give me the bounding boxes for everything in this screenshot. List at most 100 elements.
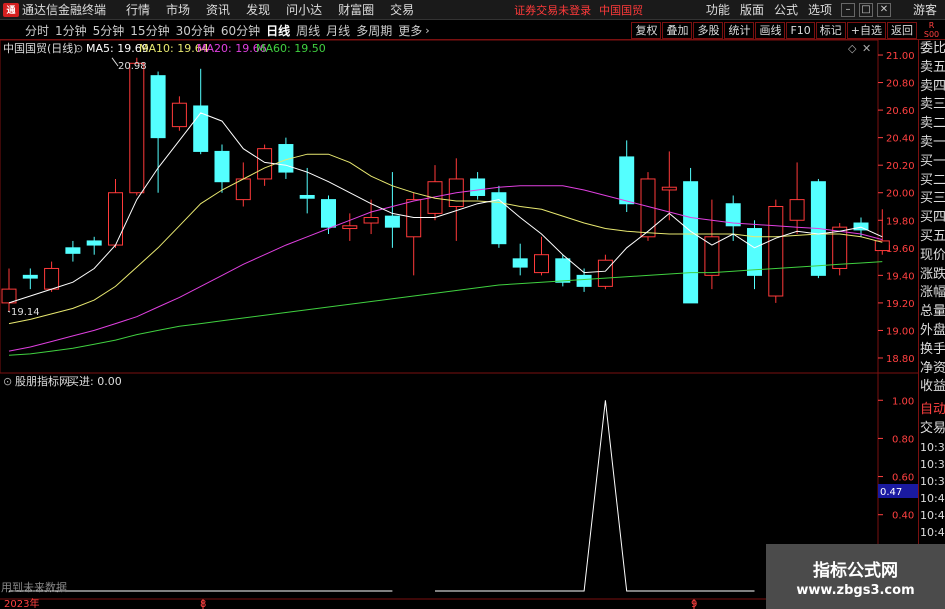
tab-intraday[interactable]: 分时	[22, 22, 52, 39]
candle-body-39[interactable]	[832, 226, 848, 269]
candle-body-32[interactable]	[683, 181, 699, 304]
panel-close-icon[interactable]: ✕	[862, 42, 871, 55]
candle-body-18[interactable]	[384, 215, 400, 228]
candle-body-1[interactable]	[22, 274, 38, 279]
back-button[interactable]: 返回	[887, 21, 917, 39]
maximize-icon[interactable]: □	[858, 2, 873, 17]
menu-news[interactable]: 资讯	[198, 1, 238, 18]
candle-body-36[interactable]	[768, 206, 784, 297]
candle-body-16[interactable]	[342, 225, 358, 230]
quote-label-3: 卖三	[920, 97, 945, 113]
candle-body-14[interactable]	[299, 194, 315, 199]
menu-layout[interactable]: 版面	[735, 1, 769, 18]
mark-button[interactable]: 标记	[815, 21, 846, 39]
menu-market[interactable]: 市场	[158, 1, 198, 18]
menu-formula[interactable]: 公式	[769, 1, 803, 18]
x-axis-year: 2023年	[4, 597, 39, 609]
price-tick-7: 19.60	[886, 244, 915, 255]
indicator-line-group	[9, 400, 755, 592]
guest-user[interactable]: 游客	[913, 1, 937, 18]
tab-daily[interactable]: 日线	[263, 22, 293, 39]
quote-label-15: 外盘	[920, 322, 945, 338]
candle-body-3[interactable]	[65, 247, 81, 254]
menu-options[interactable]: 选项	[803, 1, 837, 18]
tab-multi-period[interactable]: 多周期	[353, 22, 395, 39]
candle-body-31[interactable]	[661, 186, 677, 191]
watermark-url: www.zbgs3.com	[796, 582, 915, 598]
candle-body-28[interactable]	[597, 259, 613, 287]
candle-body-10[interactable]	[214, 150, 230, 183]
candle-body-8[interactable]	[171, 102, 187, 128]
candle-body-4[interactable]	[86, 240, 102, 246]
candle-body-26[interactable]	[555, 258, 571, 283]
draw-line-button[interactable]: 画线	[755, 21, 786, 39]
candle-body-29[interactable]	[619, 156, 635, 205]
multi-stock-button[interactable]: 多股	[693, 21, 724, 39]
price-tick-6: 19.80	[886, 216, 915, 227]
login-notice[interactable]: 证券交易未登录	[514, 2, 591, 18]
candle-body-22[interactable]	[470, 178, 486, 196]
quote-time-3: 10:40	[920, 491, 945, 505]
menu-function[interactable]: 功能	[701, 1, 735, 18]
low-price-label: 19.14	[11, 307, 40, 318]
app-title: 通达信金融终端	[22, 3, 107, 17]
candle-body-35[interactable]	[747, 228, 762, 276]
candle-body-19[interactable]	[406, 199, 422, 238]
candle-body-41[interactable]	[874, 240, 890, 252]
rs-value: S00	[923, 30, 940, 39]
minimize-icon[interactable]: –	[840, 2, 855, 17]
candle-body-25[interactable]	[534, 254, 549, 274]
candle-body-2[interactable]	[44, 267, 60, 290]
quote-label-8: 买三	[920, 191, 945, 207]
kline-chart[interactable]: 中国国贸(日线) ⊙ MA5: 19.69 MA10: 19.64 MA20: …	[0, 40, 945, 609]
overlay-button[interactable]: 叠加	[662, 21, 693, 39]
candle-body-5[interactable]	[108, 192, 123, 246]
candle-body-37[interactable]	[789, 199, 805, 221]
future-data-note: 用到未来数据	[1, 580, 67, 594]
tab-1min[interactable]: 1分钟	[52, 22, 90, 39]
menu-wealth[interactable]: 财富圈	[330, 1, 382, 18]
chevron-down-icon[interactable]: ⊙	[74, 42, 83, 55]
menu-ask[interactable]: 问小达	[278, 1, 330, 18]
price-tick-11: 18.80	[886, 354, 915, 365]
tab-monthly[interactable]: 月线	[323, 22, 353, 39]
rs-indicator[interactable]: R S00	[918, 21, 945, 41]
tab-more[interactable]: 更多	[395, 22, 425, 39]
candle-body-24[interactable]	[512, 258, 528, 268]
statistics-button[interactable]: 统计	[724, 21, 755, 39]
close-icon[interactable]: ✕	[876, 2, 891, 17]
add-watchlist-button[interactable]: +自选	[846, 21, 886, 39]
indicator-chevron-icon[interactable]: ⊙	[3, 375, 12, 388]
candle-body-15[interactable]	[321, 199, 336, 228]
menu-trade[interactable]: 交易	[382, 1, 422, 18]
tab-30min[interactable]: 30分钟	[173, 22, 218, 39]
quote-time-2: 10:39	[920, 474, 945, 488]
candle-body-17[interactable]	[363, 217, 379, 224]
indicator-tick-2: 0.60	[892, 473, 914, 484]
chevron-right-icon[interactable]: ›	[425, 24, 429, 37]
candle-body-27[interactable]	[576, 274, 592, 287]
quote-label-2: 卖四	[920, 78, 945, 94]
app-logo-icon: 通	[3, 2, 19, 17]
indicator-value-label: 买进: 0.00	[68, 375, 122, 388]
period-toolbar: 分时 1分钟 5分钟 15分钟 30分钟 60分钟 日线 周线 月线 多周期 更…	[0, 21, 945, 40]
f10-button[interactable]: F10	[786, 21, 815, 39]
menu-quotes[interactable]: 行情	[118, 1, 158, 18]
indicator-label: 股朋指标网	[15, 374, 70, 388]
stock-label: 中国国贸(日线)	[3, 41, 78, 55]
menu-discover[interactable]: 发现	[238, 1, 278, 18]
price-tick-0: 21.00	[886, 51, 915, 62]
tab-weekly[interactable]: 周线	[293, 22, 323, 39]
settings-diamond-icon[interactable]: ◇	[848, 42, 857, 55]
candle-body-12[interactable]	[257, 148, 273, 180]
quote-time-1: 10:39	[920, 457, 945, 471]
quote-time-0: 10:39	[920, 440, 945, 454]
candle-body-7[interactable]	[150, 75, 166, 139]
tab-60min[interactable]: 60分钟	[218, 22, 263, 39]
adjust-button[interactable]: 复权	[631, 21, 662, 39]
candle-body-6[interactable]	[129, 62, 145, 194]
tab-5min[interactable]: 5分钟	[90, 22, 128, 39]
tab-15min[interactable]: 15分钟	[127, 22, 172, 39]
quote-auto[interactable]: 自动	[919, 401, 945, 420]
quote-trade[interactable]: 交易	[919, 420, 945, 439]
